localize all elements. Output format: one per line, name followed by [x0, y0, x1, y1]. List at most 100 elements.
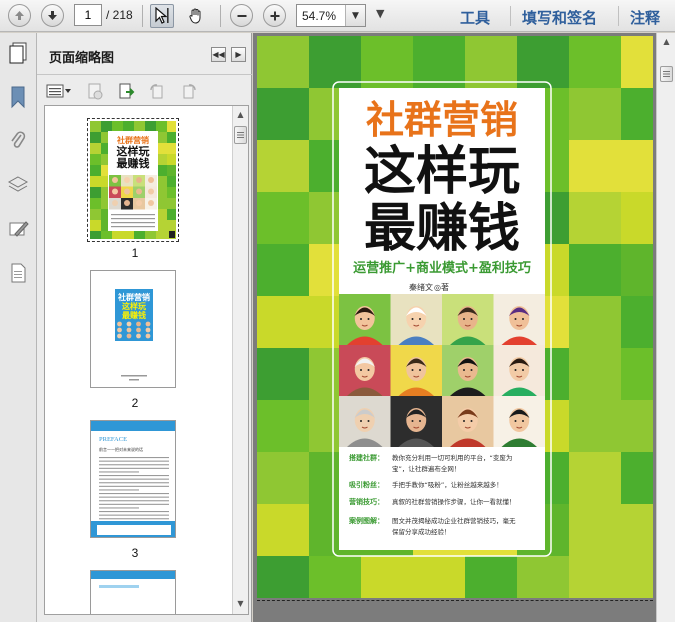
document-icon — [11, 263, 26, 283]
panel-toolbar — [37, 76, 252, 104]
fill-sign-link[interactable]: 填写和签名 — [522, 7, 597, 28]
rotate-left-button[interactable] — [147, 81, 167, 101]
feature-text: 真叙的社群营销操作步骤，让你一看就懂！ — [392, 497, 516, 506]
feature-text-cont: 保留分享成功经验！ — [392, 527, 451, 536]
attachments-button[interactable] — [6, 129, 30, 153]
rotate-cw-icon — [183, 84, 196, 99]
hand-tool-button[interactable] — [184, 4, 208, 28]
illustrated-face — [390, 345, 442, 396]
scroll-up-icon[interactable]: ▲ — [659, 34, 674, 49]
hand-icon — [189, 8, 201, 24]
comment-link[interactable]: 注释 — [630, 7, 660, 28]
page-thumbnail — [91, 571, 175, 588]
next-page-button[interactable] — [41, 4, 64, 27]
pages-icon — [9, 42, 27, 64]
panel-title: 页面缩略图 — [49, 51, 115, 66]
navigation-rail — [0, 33, 37, 622]
feature-label: 搭建社群： — [349, 453, 384, 462]
illustrated-face — [390, 396, 442, 447]
cover-author-suffix: ◎著 — [434, 282, 449, 292]
illustrated-face — [493, 396, 545, 447]
zoom-level-select[interactable]: 54.7% ▼ — [296, 4, 366, 27]
feature-text: 图文并茂揭秘成功企业社群营销技巧，毫无 — [392, 516, 516, 525]
top-toolbar: 1 / 218 54.7% ▼ ▼ 工具 填写和签名 注释 — [0, 0, 675, 32]
scroll-up-icon[interactable]: ▲ — [233, 107, 248, 122]
thumbnail-label: 1 — [131, 246, 139, 260]
feature-text: 手把手教你“吸粉”，让粉丝越来越多！ — [392, 480, 503, 489]
illustrated-face — [442, 345, 494, 396]
toolbar-divider — [220, 5, 221, 27]
feature-label: 吸引粉丝： — [349, 480, 384, 489]
layers-button[interactable] — [6, 173, 30, 197]
panel-header: 页面缩略图 ◀◀ ▶ — [37, 33, 252, 75]
minus-icon — [237, 14, 246, 17]
select-tool-button[interactable] — [150, 4, 174, 28]
content-button[interactable] — [6, 261, 30, 285]
signatures-button[interactable] — [6, 217, 30, 241]
page-boundary — [257, 600, 653, 601]
toolbar-divider — [618, 6, 619, 26]
scroll-down-icon[interactable]: ▼ — [233, 596, 248, 611]
toolbar-divider — [510, 6, 511, 26]
thumbnail-scrollbar[interactable]: ▲ ▼ — [232, 106, 248, 614]
collapse-panel-button[interactable]: ◀◀ — [211, 47, 226, 62]
thumbnail-page-4[interactable] — [90, 570, 176, 614]
feature-label: 案例图解： — [349, 516, 384, 525]
thumb3-heading: PREFACE — [99, 436, 127, 443]
illustrated-face — [442, 396, 494, 447]
svg-text:社群营销: 社群营销 — [116, 135, 149, 145]
signature-pen-icon — [9, 221, 29, 237]
thumbnail-label: 3 — [131, 546, 139, 560]
thumb2-title-line1: 社群营销 — [117, 292, 150, 302]
thumbnail-panel: 页面缩略图 ◀◀ ▶ 社群营销 这样玩 最赚钱 1 社群营销 这样玩 最赚钱 2… — [37, 33, 252, 622]
bookmarks-button[interactable] — [6, 85, 30, 109]
thumbnail-label: 2 — [131, 396, 139, 410]
svg-text:这样玩: 这样玩 — [117, 144, 150, 158]
expand-panel-button[interactable]: ▶ — [231, 47, 246, 62]
cover-thumbnail-image: 社群营销这样玩最赚钱 — [90, 121, 176, 239]
thumbnail-list[interactable]: 社群营销 这样玩 最赚钱 1 社群营销 这样玩 最赚钱 2 PREFACE 前言… — [44, 105, 249, 615]
chevron-down-icon[interactable]: ▼ — [345, 5, 365, 26]
thumbnail-page-1[interactable]: 社群营销 这样玩 最赚钱 — [87, 118, 179, 242]
thumbnail-page-2[interactable]: 社群营销 这样玩 最赚钱 — [90, 270, 176, 388]
scrollbar-thumb[interactable] — [660, 66, 673, 82]
zoom-in-button[interactable] — [263, 4, 286, 27]
rotate-ccw-icon — [150, 84, 163, 99]
cover-title-line1: 社群营销 — [366, 98, 518, 142]
thumbnail-page-3[interactable]: PREFACE 前言——把对未来说的话 — [90, 420, 176, 538]
illustrated-face — [493, 294, 545, 345]
feature-text: 教你充分利用一切可利用的平台，“变废为 — [392, 453, 512, 462]
chevron-right-icon: ▶ — [235, 50, 242, 59]
cover-title-line3: 最赚钱 — [364, 199, 520, 259]
double-chevron-left-icon: ◀◀ — [212, 50, 225, 59]
cursor-arrow-icon — [155, 7, 169, 24]
scrollbar-thumb[interactable] — [234, 126, 247, 144]
pdf-reader-window: 1 / 218 54.7% ▼ ▼ 工具 填写和签名 注释 页面缩略图 ◀◀ ▶… — [0, 0, 675, 622]
page-thumbnails-button[interactable] — [6, 41, 30, 65]
thumb2-title-line3: 最赚钱 — [122, 310, 146, 320]
illustrated-face — [390, 294, 442, 345]
page-number-input[interactable]: 1 — [74, 4, 102, 26]
rotate-right-button[interactable] — [179, 81, 199, 101]
feature-label: 营销技巧： — [349, 497, 384, 506]
toolbar-overflow-icon[interactable]: ▼ — [376, 7, 384, 20]
previous-page-button[interactable] — [8, 4, 31, 27]
tools-link[interactable]: 工具 — [460, 7, 490, 28]
options-list-icon — [46, 84, 71, 98]
zoom-out-button[interactable] — [230, 4, 253, 27]
toolbar-divider — [142, 5, 143, 27]
delete-pages-button[interactable] — [85, 81, 105, 101]
illustrated-face — [339, 396, 391, 447]
document-scrollbar[interactable]: ▲ — [656, 33, 675, 622]
cover-author: 秦绪文 — [409, 282, 433, 292]
page-total-label: / 218 — [106, 8, 133, 22]
illustrated-face — [442, 294, 494, 345]
extract-pages-button[interactable] — [117, 81, 137, 101]
options-menu-button[interactable] — [45, 81, 73, 101]
thumb3-subheading: 前言——把对未来说的话 — [99, 446, 143, 452]
page-arrow-icon — [119, 83, 135, 99]
plus-icon — [270, 11, 279, 20]
feature-text-cont: 宝”，让社群遍布全网！ — [392, 464, 460, 473]
bookmark-icon — [11, 86, 25, 109]
document-view[interactable]: 社群营销 这样玩 最赚钱 运营推广+商业模式+盈利技巧 秦绪文 ◎著 搭建社群：… — [253, 33, 675, 622]
